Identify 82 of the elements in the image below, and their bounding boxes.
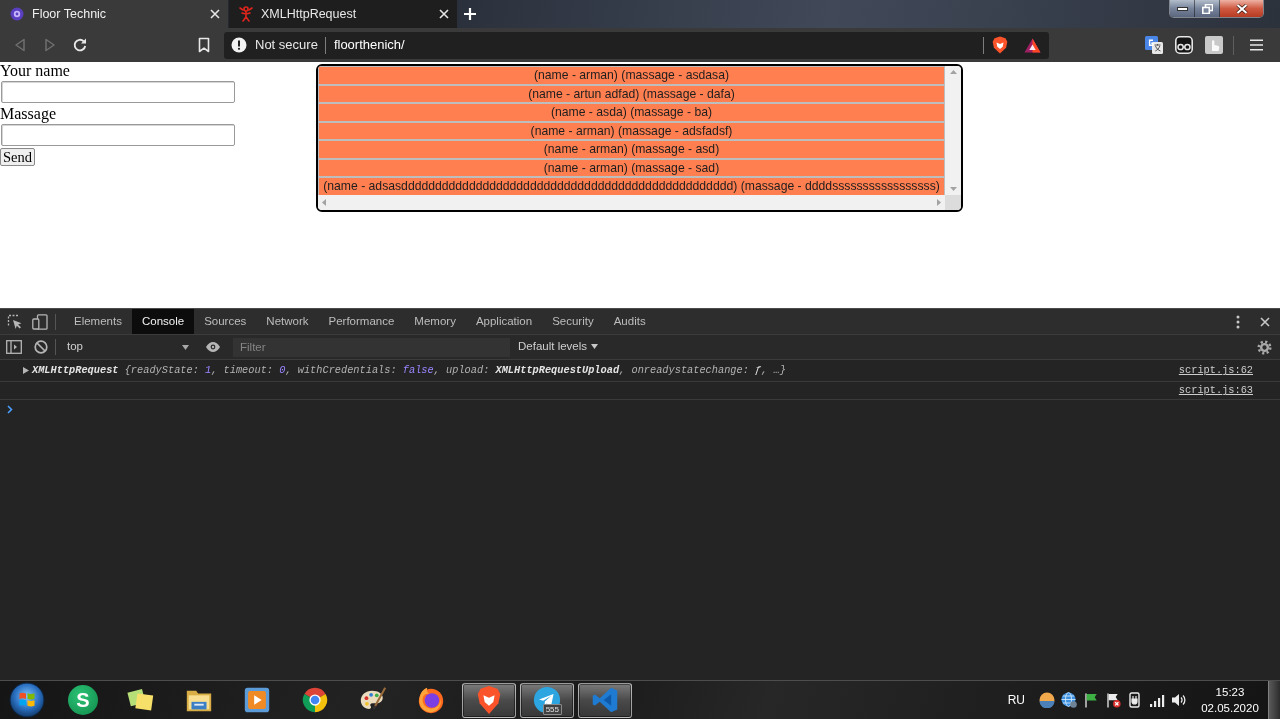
play-icon[interactable] — [242, 685, 272, 715]
browser-tab[interactable]: XMLHttpRequest — [229, 0, 457, 28]
message-row: (name - arman) (massage - asdasa) — [318, 66, 945, 85]
sunset-icon[interactable] — [1039, 692, 1055, 708]
close-icon[interactable] — [1260, 316, 1270, 327]
show-desktop-button[interactable] — [1268, 681, 1280, 719]
close-button[interactable] — [1220, 0, 1263, 17]
volume-icon[interactable] — [1171, 692, 1187, 708]
ribbon-logo-icon — [591, 686, 619, 714]
message-row: (name - asda) (massage - ba) — [318, 103, 945, 122]
console-message: XMLHttpRequest {readyState: 1, timeout: 0, withCredentials: false, upload: XMLHttpRequestUpload, onreadystatechange: ƒ, …} — [32, 364, 786, 377]
caret-icon — [182, 344, 189, 350]
devtools-tab[interactable]: Audits — [603, 309, 656, 334]
ring-logo-icon[interactable] — [416, 685, 446, 715]
address-bar[interactable]: Not secure floorthenich/ — [224, 31, 1049, 59]
count-badge: 555 — [542, 703, 562, 715]
shield-icon — [475, 685, 503, 715]
device-icon[interactable] — [32, 313, 48, 330]
shield-icon[interactable] — [992, 36, 1008, 54]
translate-icon[interactable] — [1145, 36, 1163, 54]
field-label: Massage — [0, 105, 56, 123]
devtools-tab[interactable]: Memory — [404, 309, 466, 334]
levels-dropdown[interactable]: Default levels — [518, 340, 599, 354]
browser-tab[interactable]: Floor Technic — [0, 0, 228, 28]
signal-icon[interactable] — [1149, 693, 1165, 707]
devtools-tab[interactable]: Application — [465, 309, 543, 334]
round-logo-icon[interactable] — [300, 685, 330, 715]
source-link[interactable]: script.js:63 — [1178, 384, 1253, 397]
eye-icon[interactable] — [205, 341, 221, 353]
url-text: floorthenich/ — [333, 37, 405, 53]
language-indicator[interactable]: RU — [1007, 692, 1025, 708]
expand-triangle-icon[interactable] — [23, 367, 29, 374]
devtools-tab[interactable]: Elements — [64, 309, 132, 334]
devtools-tab[interactable]: Sources — [194, 309, 257, 334]
settings-icon[interactable] — [1257, 339, 1272, 355]
input-field[interactable] — [1, 81, 235, 103]
devtools-tab[interactable]: Network — [256, 309, 319, 334]
message-row: (name - arman) (massage - asd) — [318, 140, 945, 159]
devtools-tab[interactable]: Security — [542, 309, 604, 334]
security-label: Not secure — [255, 37, 318, 53]
glasses-icon[interactable] — [1175, 36, 1193, 54]
input-field[interactable] — [1, 124, 235, 146]
minimize-button[interactable] — [1170, 0, 1195, 17]
menu-icon[interactable] — [1250, 39, 1263, 51]
bookmark-icon[interactable] — [198, 37, 210, 53]
prohibited-icon[interactable] — [34, 340, 48, 354]
restore-icon — [1201, 3, 1213, 14]
field-label: Your name — [0, 62, 70, 80]
clock-date[interactable]: 02.05.2020 — [1201, 700, 1259, 716]
devtools-tab[interactable]: Performance — [318, 309, 405, 334]
message-row: (name - adsasddddddddddddddddddddddddddddddddddddddddddddddddd) (massage - ddddsssssssssssssssss) — [318, 177, 945, 195]
taskbar-button[interactable] — [578, 682, 632, 718]
reload-icon[interactable] — [72, 37, 88, 53]
plug-icon[interactable] — [1127, 692, 1143, 708]
circle-logo-icon — [10, 7, 24, 21]
triangle-icon[interactable] — [1024, 37, 1041, 53]
send-button[interactable]: Send — [0, 148, 35, 166]
flag-error-icon[interactable] — [1105, 692, 1121, 708]
minimize-icon — [1176, 6, 1188, 11]
filter-field[interactable]: Filter — [233, 337, 510, 357]
close-icon[interactable] — [210, 9, 220, 19]
taskbar-button[interactable]: 555 — [520, 682, 574, 718]
figure-icon — [239, 6, 253, 22]
maximize-button[interactable] — [1195, 0, 1220, 17]
prompt-icon — [7, 404, 13, 414]
caret-icon — [591, 344, 599, 350]
start-orb-icon[interactable] — [9, 682, 45, 718]
close-icon — [1235, 3, 1248, 14]
alert-icon[interactable] — [231, 37, 247, 53]
devtools-tab[interactable]: Console — [131, 309, 195, 334]
clock-time[interactable]: 15:23 — [1215, 684, 1245, 700]
more-icon[interactable] — [1236, 314, 1240, 329]
flag-icon[interactable] — [1083, 692, 1099, 708]
plus-icon[interactable] — [463, 7, 477, 21]
context-dropdown[interactable]: top — [61, 337, 193, 357]
scrollbar-corner — [945, 195, 961, 210]
taskbar-button[interactable] — [462, 682, 516, 718]
close-icon[interactable] — [439, 9, 449, 19]
sidebar-icon[interactable] — [6, 340, 22, 354]
source-link[interactable]: script.js:62 — [1178, 364, 1253, 377]
globe-icon[interactable] — [1061, 692, 1077, 708]
inspect-icon[interactable] — [7, 313, 23, 330]
